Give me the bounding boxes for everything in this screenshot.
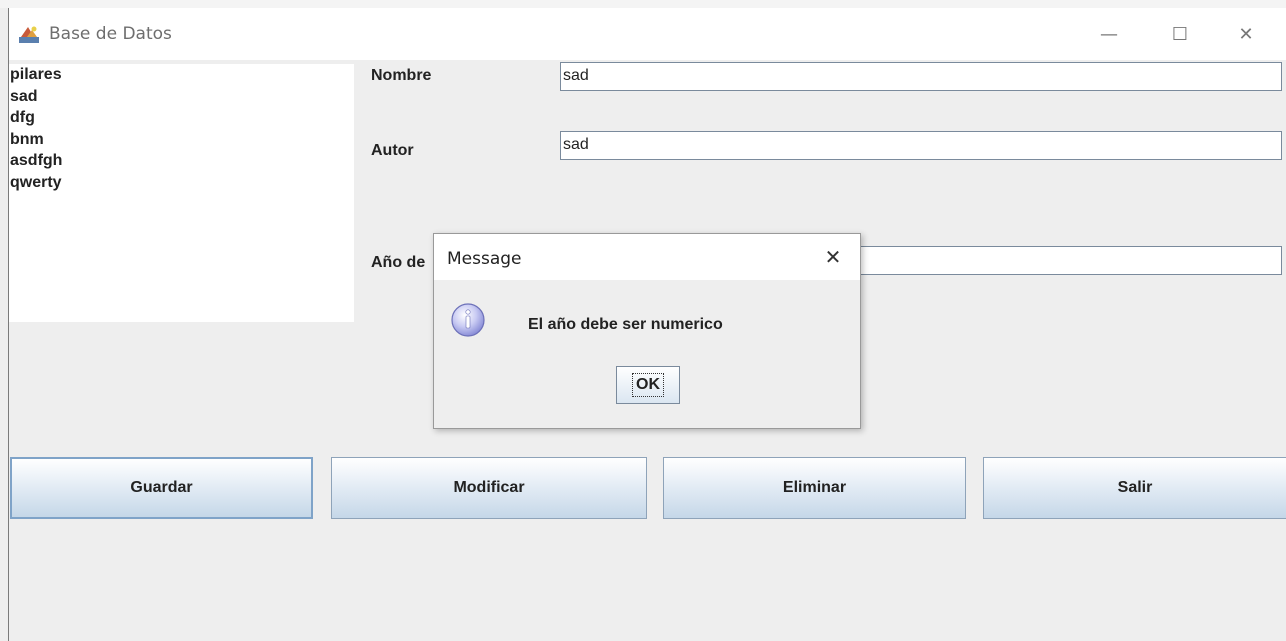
autor-field[interactable]: sad: [560, 131, 1282, 160]
info-icon: [451, 303, 485, 337]
eliminar-button[interactable]: Eliminar: [663, 457, 966, 519]
ok-button[interactable]: OK: [616, 366, 680, 404]
title-bar: Base de Datos — ☐ ✕: [9, 8, 1286, 60]
list-item[interactable]: asdfgh: [9, 150, 354, 172]
list-item[interactable]: dfg: [9, 107, 354, 129]
autor-label: Autor: [371, 142, 414, 159]
ok-button-label: OK: [632, 373, 664, 397]
records-list[interactable]: pilares sad dfg bnm asdfgh qwerty: [9, 64, 354, 322]
list-item[interactable]: pilares: [9, 64, 354, 86]
window-title: Base de Datos: [49, 24, 172, 44]
java-app-icon: [19, 26, 39, 43]
anio-label: Año de: [371, 254, 426, 271]
dialog-title-bar: Message ✕: [434, 234, 860, 280]
minimize-button[interactable]: —: [1079, 8, 1139, 60]
main-window: Base de Datos — ☐ ✕ pilares sad dfg bnm …: [8, 8, 1286, 641]
list-item[interactable]: sad: [9, 86, 354, 108]
modificar-button[interactable]: Modificar: [331, 457, 647, 519]
message-dialog: Message ✕ El año debe ser numerico OK: [433, 233, 861, 429]
nombre-field[interactable]: sad: [560, 62, 1282, 91]
dialog-close-button[interactable]: ✕: [818, 242, 848, 272]
nombre-label: Nombre: [371, 67, 432, 84]
salir-button[interactable]: Salir: [983, 457, 1286, 519]
close-button[interactable]: ✕: [1216, 8, 1276, 60]
list-item[interactable]: qwerty: [9, 172, 354, 194]
guardar-button[interactable]: Guardar: [10, 457, 313, 519]
background-window-strip: [0, 0, 1286, 8]
dialog-message: El año debe ser numerico: [528, 316, 723, 333]
maximize-button[interactable]: ☐: [1150, 8, 1210, 60]
dialog-title: Message: [447, 249, 522, 269]
list-item[interactable]: bnm: [9, 129, 354, 151]
